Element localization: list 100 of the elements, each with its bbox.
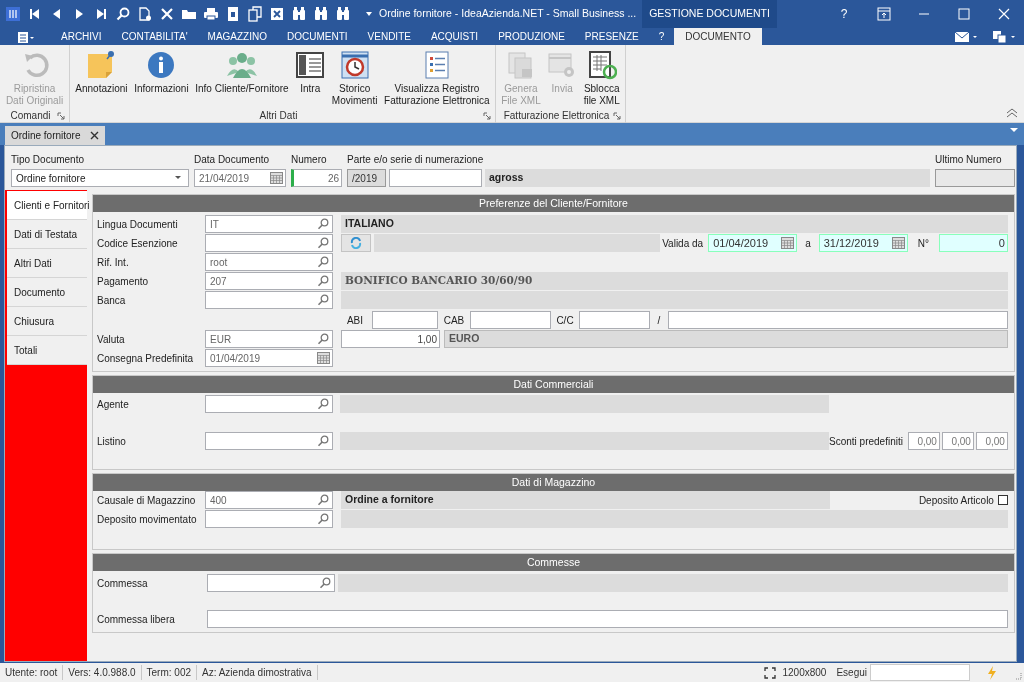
menu-tab[interactable]: PRODUZIONE [488,28,575,45]
context-tab[interactable]: GESTIONE DOCUMENTI [642,0,777,28]
binoculars-icon[interactable] [313,6,329,22]
date-field[interactable]: 01/04/2019 [708,234,798,252]
document-tab[interactable]: Ordine fornitore [5,126,106,145]
menu-tab[interactable]: CONTABILITA' [111,28,198,45]
menu-tab[interactable]: MAGAZZINO [197,28,277,45]
description-field: ITALIANO [341,215,1008,233]
menu-tab[interactable]: ACQUISTI [420,28,489,45]
section-header: Dati Commerciali [93,376,1014,393]
field-label: Tipo Documento [11,153,85,167]
ribbon-button[interactable]: Info Cliente/Fornitore [193,50,291,95]
field-label: Pagamento [97,274,150,289]
input-field[interactable] [372,311,438,329]
input-field[interactable]: EUR [205,330,333,348]
binoculars-icon[interactable] [291,6,307,22]
search-icon [317,398,330,410]
dialog-launcher-icon[interactable] [613,111,621,120]
copy-icon[interactable] [247,6,263,22]
input-field[interactable] [205,291,333,309]
search-icon [317,218,330,230]
windows-icon[interactable] [992,30,1016,44]
calendar-clock-icon [339,50,370,80]
side-tab[interactable]: Clienti e Fornitori [7,191,87,220]
search-icon [317,333,330,345]
date-field[interactable]: 21/04/2019 [194,169,286,187]
dialog-launcher-icon[interactable] [483,111,491,120]
input-field[interactable] [579,311,650,329]
maximize-icon[interactable] [957,7,971,21]
search-icon[interactable] [115,6,131,22]
side-tab[interactable]: Totali [7,336,87,365]
fullscreen-icon[interactable] [764,666,777,679]
side-tab[interactable]: Dati di Testata [7,220,87,249]
ribbon-button[interactable]: Storico Movimenti [329,50,380,107]
field-label: CAB [442,313,466,328]
menu-tab[interactable]: DOCUMENTO [674,28,762,45]
dropdown-arrow-icon[interactable] [365,10,373,18]
input-field[interactable]: 26 [291,169,342,187]
side-tab[interactable]: Documento [7,278,87,307]
ribbon-button[interactable]: Intra [293,50,328,95]
input-field[interactable] [935,169,1015,187]
help-button[interactable]: ? [824,5,864,23]
binoculars-icon[interactable] [335,6,351,22]
restore-window-icon[interactable] [877,7,891,21]
input-field[interactable] [205,432,333,450]
input-field[interactable] [207,610,1008,628]
ribbon-button[interactable]: Sblocca file XML [581,50,622,107]
calendar-icon [891,237,905,249]
menu-tab[interactable]: ? [648,28,675,45]
field-label: ABI [345,313,365,328]
input-field[interactable]: 0,00 [907,432,940,450]
side-tab[interactable]: Chiusura [7,307,87,336]
input-field[interactable]: 400 [205,491,333,509]
search-icon [317,513,330,525]
window-title: Ordine fornitore - IdeaAzienda.NET - Small Business ... [379,6,637,22]
checkbox[interactable] [997,495,1008,505]
search-icon [317,256,330,268]
input-field[interactable]: 0 [938,234,1008,252]
input-field[interactable] [205,510,333,528]
close-icon[interactable] [90,131,100,140]
date-field[interactable]: 31/12/2019 [818,234,908,252]
input-field[interactable]: root [205,253,333,271]
input-field[interactable] [205,395,333,413]
ribbon-button[interactable]: Informazioni [132,50,191,95]
field-label: Deposito Articolo [918,493,994,508]
menu-tab[interactable]: VENDITE [357,28,421,45]
input-field[interactable] [389,169,482,187]
printer-icon[interactable] [203,6,219,22]
collapse-ribbon-icon[interactable] [1006,108,1018,118]
input-field[interactable]: 207 [205,272,333,290]
input-field[interactable] [207,574,335,592]
grid-document-sync-icon [586,50,617,80]
ribbon-button[interactable]: Annotazioni [73,50,130,95]
input-field[interactable]: 1,00 [341,330,440,348]
input-field[interactable]: 0,00 [975,432,1008,450]
input-field[interactable] [205,234,333,252]
input-field[interactable] [668,311,1008,329]
menu-tab[interactable]: DOCUMENTI [277,28,358,45]
side-tab[interactable]: Altri Dati [7,249,87,278]
input-field[interactable]: IT [205,215,333,233]
date-field[interactable]: 01/04/2019 [205,349,333,367]
menu-tab[interactable]: PRESENZE [574,28,649,45]
mail-icon[interactable] [954,31,978,43]
field-label: Deposito movimentato [97,512,198,527]
dialog-launcher-icon[interactable] [57,111,65,120]
search-icon [317,275,330,287]
command-field[interactable] [870,664,970,681]
ribbon-button[interactable]: Visualizza Registro Fatturazione Elettronica [382,50,492,107]
input-field[interactable]: 0,00 [941,432,974,450]
dropdown-arrow-icon[interactable] [1010,127,1018,133]
menu-tab[interactable]: ARCHIVI [51,28,112,45]
search-icon [317,294,330,306]
app-logo-icon[interactable] [5,6,21,22]
status-text: Az: Azienda dimostrativa [197,665,318,680]
section-header: Dati di Magazzino [93,474,1014,491]
new-document-icon[interactable] [137,6,153,22]
input-field[interactable] [470,311,551,329]
refresh-button[interactable] [341,234,371,252]
dropdown[interactable]: Ordine fornitore [11,169,189,187]
input-field[interactable]: /2019 [347,169,386,187]
